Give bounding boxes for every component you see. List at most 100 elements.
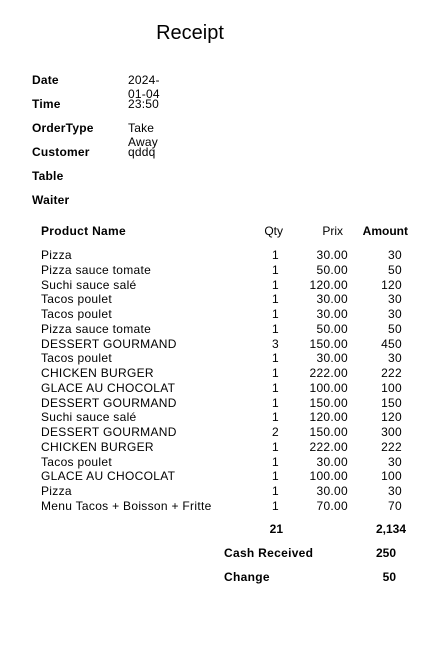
table-row: CHICKEN BURGER 1 222.00 222 — [0, 366, 432, 381]
item-prix: 30.00 — [316, 484, 348, 498]
receipt-title: Receipt — [156, 22, 224, 44]
item-amount: 30 — [388, 248, 402, 262]
item-amount: 50 — [388, 321, 402, 336]
table-row: CHICKEN BURGER 1 222.00 222 — [0, 440, 432, 455]
item-name: CHICKEN BURGER — [41, 439, 154, 454]
info-label: Customer — [32, 145, 90, 159]
total-qty: 21 — [269, 522, 283, 536]
cash-received-label: Cash Received — [224, 546, 314, 560]
table-row: Tacos poulet 1 30.00 30 — [0, 455, 432, 470]
item-qty: 1 — [272, 498, 279, 513]
item-prix: 30.00 — [316, 292, 348, 307]
table-row: Tacos poulet 1 30.00 30 — [0, 292, 432, 307]
item-prix: 150.00 — [309, 395, 348, 410]
table-row: GLACE AU CHOCOLAT 1 100.00 100 — [0, 469, 432, 484]
item-prix: 100.00 — [309, 380, 348, 395]
item-qty: 1 — [272, 351, 279, 366]
item-prix: 30.00 — [316, 307, 348, 321]
item-prix: 120.00 — [309, 410, 348, 425]
cash-received-value: 250 — [375, 546, 396, 560]
table-row: Suchi sauce salé 1 120.00 120 — [0, 410, 432, 425]
item-qty: 1 — [272, 410, 279, 425]
item-prix: 150.00 — [309, 425, 348, 439]
item-name: Suchi sauce salé — [41, 277, 137, 292]
item-prix: 70.00 — [316, 498, 348, 513]
column-header-amount: Amount — [362, 224, 408, 238]
change-value: 50 — [382, 570, 396, 584]
item-qty: 1 — [272, 262, 279, 277]
column-header-qty: Qty — [264, 224, 283, 238]
item-prix: 222.00 — [309, 439, 348, 454]
info-label: OrderType — [32, 121, 94, 135]
item-qty: 1 — [272, 307, 279, 321]
items-table: Pizza 1 30.00 30 Pizza sauce tomate 1 50.00 50 S… — [0, 248, 432, 514]
change-label: Change — [224, 570, 270, 584]
table-row: GLACE AU CHOCOLAT 1 100.00 100 — [0, 381, 432, 396]
table-row: Pizza 1 30.00 30 — [0, 484, 432, 499]
item-amount: 150 — [381, 395, 402, 410]
info-label: Time — [32, 97, 61, 111]
item-amount: 70 — [388, 498, 402, 513]
item-amount: 30 — [388, 292, 402, 307]
item-amount: 222 — [381, 439, 402, 454]
item-qty: 1 — [272, 439, 279, 454]
item-prix: 120.00 — [309, 277, 348, 292]
info-label: Waiter — [32, 193, 70, 207]
table-row: DESSERT GOURMAND 1 150.00 150 — [0, 396, 432, 411]
table-row: Tacos poulet 1 30.00 30 — [0, 307, 432, 322]
item-amount: 100 — [381, 380, 402, 395]
item-qty: 1 — [272, 380, 279, 395]
table-row: Pizza sauce tomate 1 50.00 50 — [0, 263, 432, 278]
item-name: Tacos poulet — [41, 351, 112, 366]
item-name: DESSERT GOURMAND — [41, 425, 177, 439]
table-row: Menu Tacos + Boisson + Fritte 1 70.00 70 — [0, 499, 432, 514]
column-header-prix: Prix — [322, 224, 343, 238]
item-qty: 1 — [272, 277, 279, 292]
item-name: Tacos poulet — [41, 307, 112, 321]
total-amount: 2,134 — [375, 522, 406, 536]
item-qty: 1 — [272, 469, 279, 484]
item-prix: 30.00 — [316, 248, 348, 262]
item-amount: 30 — [388, 454, 402, 469]
table-row: DESSERT GOURMAND 2 150.00 300 — [0, 425, 432, 440]
item-name: GLACE AU CHOCOLAT — [41, 380, 176, 395]
item-amount: 50 — [388, 262, 402, 277]
item-qty: 1 — [272, 454, 279, 469]
table-row: Pizza sauce tomate 1 50.00 50 — [0, 322, 432, 337]
item-prix: 150.00 — [309, 336, 348, 351]
cash-received-row: Cash Received 250 — [0, 546, 432, 562]
item-name: Tacos poulet — [41, 454, 112, 469]
item-name: Pizza — [41, 248, 72, 262]
table-row: Suchi sauce salé 1 120.00 120 — [0, 278, 432, 293]
item-name: Menu Tacos + Boisson + Fritte — [41, 498, 212, 513]
items-table-header: Product Name Qty Prix Amount — [0, 224, 432, 240]
item-qty: 1 — [272, 248, 279, 262]
item-qty: 2 — [272, 425, 279, 439]
item-name: Pizza sauce tomate — [41, 321, 152, 336]
item-name: DESSERT GOURMAND — [41, 336, 177, 351]
item-prix: 50.00 — [316, 262, 348, 277]
item-name: Suchi sauce salé — [41, 410, 137, 425]
item-amount: 30 — [388, 351, 402, 366]
table-row: Tacos poulet 1 30.00 30 — [0, 351, 432, 366]
table-row: Pizza 1 30.00 30 — [0, 248, 432, 263]
item-qty: 1 — [272, 292, 279, 307]
change-row: Change 50 — [0, 570, 432, 586]
item-amount: 300 — [381, 425, 402, 439]
info-value: qddq — [128, 145, 156, 159]
item-qty: 1 — [272, 321, 279, 336]
item-prix: 222.00 — [309, 366, 348, 380]
column-header-name: Product Name — [41, 224, 126, 238]
info-label: Table — [32, 169, 64, 183]
item-name: Pizza sauce tomate — [41, 262, 152, 277]
info-label: Date — [32, 73, 59, 87]
item-amount: 30 — [388, 307, 402, 321]
table-row: DESSERT GOURMAND 3 150.00 450 — [0, 337, 432, 352]
item-prix: 30.00 — [316, 454, 348, 469]
item-amount: 222 — [381, 366, 402, 380]
item-qty: 1 — [272, 484, 279, 498]
item-amount: 120 — [381, 277, 402, 292]
info-value: 23:50 — [128, 97, 160, 111]
item-name: GLACE AU CHOCOLAT — [41, 469, 176, 484]
item-name: Tacos poulet — [41, 292, 112, 307]
